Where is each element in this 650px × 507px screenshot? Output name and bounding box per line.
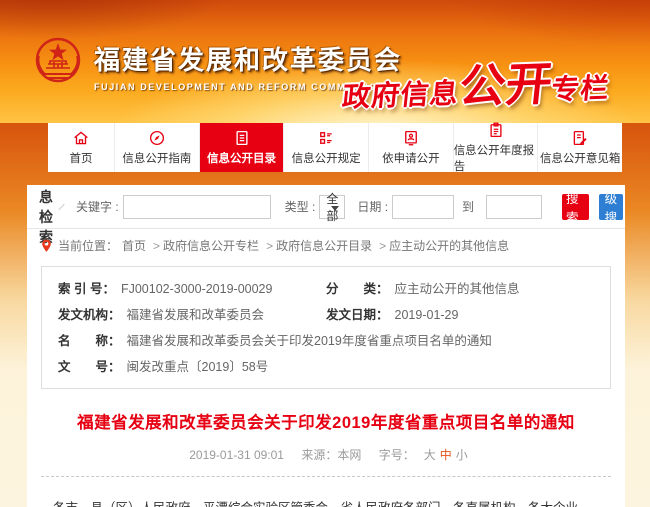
compass-icon bbox=[148, 129, 166, 147]
article-paragraph-1: 各市、县（区）人民政府，平潭综合实验区管委会，省人民政府各部门、各直属机构，各大… bbox=[53, 497, 599, 507]
gov-info-banner: 政府信息公开专栏 bbox=[340, 45, 614, 120]
article-meta: 2019-01-31 09:01 来源：本网 字号： 大中小 bbox=[27, 446, 625, 463]
advanced-search-button[interactable]: 高级搜索 bbox=[599, 194, 624, 220]
breadcrumb-item-directory[interactable]: 政府信息公开目录 bbox=[276, 237, 372, 254]
breadcrumb-separator: > bbox=[266, 239, 273, 253]
article-datetime: 2019-01-31 09:01 bbox=[189, 448, 284, 462]
tab-feedback-label: 信息公开意见箱 bbox=[540, 150, 621, 166]
banner-text-1: 政府信息 bbox=[341, 78, 461, 113]
tab-feedback[interactable]: 信息公开意见箱 bbox=[538, 123, 622, 172]
doc-info-row: 索 引 号： FJ00102-3000-2019-00029 分 类： 应主动公… bbox=[58, 276, 594, 302]
doc-info-row: 名 称： 福建省发展和改革委员会关于印发2019年度省重点项目名单的通知 bbox=[58, 328, 594, 354]
pubdate-value: 2019-01-29 bbox=[395, 302, 459, 328]
tab-guide[interactable]: 信息公开指南 bbox=[115, 123, 200, 172]
breadcrumb-item-other-info: 应主动公开的其他信息 bbox=[389, 237, 509, 254]
article-source: 来源：本网 bbox=[301, 448, 361, 462]
tab-annual-report[interactable]: 信息公开年度报告 bbox=[454, 123, 539, 172]
name-label: 名 称： bbox=[58, 328, 121, 354]
chevron-right-icon bbox=[58, 203, 64, 209]
tab-rules[interactable]: 信息公开规定 bbox=[284, 123, 369, 172]
breadcrumb-item-home[interactable]: 首页 bbox=[122, 237, 146, 254]
tab-annual-report-label: 信息公开年度报告 bbox=[454, 142, 538, 174]
type-select[interactable]: 全部 bbox=[319, 195, 345, 219]
date-label: 日期 : bbox=[357, 198, 388, 215]
home-icon bbox=[72, 129, 90, 147]
content-panel: 信息检索 关键字 : 类型 : 全部 日期 : 到 搜 索 高级搜索 当前位置：… bbox=[27, 185, 625, 507]
tab-home[interactable]: 首页 bbox=[48, 123, 115, 172]
tab-directory[interactable]: 信息公开目录 bbox=[200, 123, 285, 172]
tab-request-label: 依申请公开 bbox=[382, 150, 440, 166]
article-body: 各市、县（区）人民政府，平潭综合实验区管委会，省人民政府各部门、各直属机构，各大… bbox=[27, 477, 625, 507]
tab-rules-label: 信息公开规定 bbox=[292, 150, 361, 166]
list-icon bbox=[317, 129, 335, 147]
page: 福建省发展和改革委员会 FUJIAN DEVELOPMENT AND REFOR… bbox=[0, 0, 650, 507]
date-from-input[interactable] bbox=[392, 195, 454, 219]
breadcrumb-item-gov-info[interactable]: 政府信息公开专栏 bbox=[163, 237, 259, 254]
fontsize-label: 字号： bbox=[379, 448, 415, 462]
doc-info-agency: 发文机构： 福建省发展和改革委员会 bbox=[58, 302, 326, 328]
doc-info-category: 分 类： 应主动公开的其他信息 bbox=[326, 276, 594, 302]
tab-directory-label: 信息公开目录 bbox=[207, 150, 276, 166]
main-nav: 首页 信息公开指南 信息公开目录 信息公开规定 依申请公开 bbox=[48, 123, 622, 172]
index-label: 索 引 号： bbox=[58, 276, 115, 302]
document-icon bbox=[233, 129, 251, 147]
fontsize-small[interactable]: 小 bbox=[456, 448, 468, 462]
feedback-icon bbox=[571, 129, 589, 147]
type-label: 类型 : bbox=[285, 198, 316, 215]
fontsize-medium[interactable]: 中 bbox=[440, 448, 452, 462]
index-value: FJ00102-3000-2019-00029 bbox=[121, 276, 273, 302]
tab-request[interactable]: 依申请公开 bbox=[369, 123, 454, 172]
doc-info-box: 索 引 号： FJ00102-3000-2019-00029 分 类： 应主动公… bbox=[41, 266, 611, 389]
breadcrumb-separator: > bbox=[379, 239, 386, 253]
banner-text-3: 专栏 bbox=[550, 72, 612, 105]
doc-info-row: 发文机构： 福建省发展和改革委员会 发文日期： 2019-01-29 bbox=[58, 302, 594, 328]
pubdate-label: 发文日期： bbox=[326, 302, 389, 328]
location-pin-icon bbox=[41, 239, 52, 253]
category-value: 应主动公开的其他信息 bbox=[395, 276, 520, 302]
request-icon bbox=[402, 129, 420, 147]
breadcrumb-separator: > bbox=[153, 239, 160, 253]
breadcrumb-prefix: 当前位置： bbox=[58, 237, 118, 254]
doc-info-docnum: 文 号： 闽发改重点〔2019〕58号 bbox=[58, 354, 594, 380]
docnum-label: 文 号： bbox=[58, 354, 121, 380]
search-bar: 信息检索 关键字 : 类型 : 全部 日期 : 到 搜 索 高级搜索 bbox=[27, 185, 625, 229]
dropdown-arrow-icon bbox=[331, 206, 339, 211]
search-section-title: 信息检索 bbox=[39, 185, 53, 247]
breadcrumb: 当前位置： 首页 > 政府信息公开专栏 > 政府信息公开目录 > 应主动公开的其… bbox=[27, 229, 625, 258]
agency-value: 福建省发展和改革委员会 bbox=[127, 302, 265, 328]
doc-info-row: 文 号： 闽发改重点〔2019〕58号 bbox=[58, 354, 594, 380]
category-label: 分 类： bbox=[326, 276, 389, 302]
doc-info-name: 名 称： 福建省发展和改革委员会关于印发2019年度省重点项目名单的通知 bbox=[58, 328, 594, 354]
docnum-value: 闽发改重点〔2019〕58号 bbox=[127, 354, 269, 380]
tab-home-label: 首页 bbox=[70, 150, 93, 166]
keyword-input[interactable] bbox=[123, 195, 271, 219]
banner-text-2: 公开 bbox=[457, 57, 555, 112]
keyword-label: 关键字 : bbox=[76, 198, 119, 215]
date-to-input[interactable] bbox=[486, 195, 542, 219]
tab-guide-label: 信息公开指南 bbox=[122, 150, 191, 166]
site-header: 福建省发展和改革委员会 FUJIAN DEVELOPMENT AND REFOR… bbox=[0, 0, 650, 123]
name-value: 福建省发展和改革委员会关于印发2019年度省重点项目名单的通知 bbox=[127, 328, 492, 354]
fontsize-large[interactable]: 大 bbox=[424, 448, 436, 462]
agency-label: 发文机构： bbox=[58, 302, 121, 328]
doc-info-index: 索 引 号： FJ00102-3000-2019-00029 bbox=[58, 276, 326, 302]
article-title: 福建省发展和改革委员会关于印发2019年度省重点项目名单的通知 bbox=[27, 409, 625, 433]
search-button[interactable]: 搜 索 bbox=[562, 194, 589, 220]
date-to-label: 到 bbox=[462, 198, 474, 215]
doc-info-pubdate: 发文日期： 2019-01-29 bbox=[326, 302, 594, 328]
national-emblem-icon bbox=[33, 34, 83, 88]
report-icon bbox=[487, 121, 505, 139]
